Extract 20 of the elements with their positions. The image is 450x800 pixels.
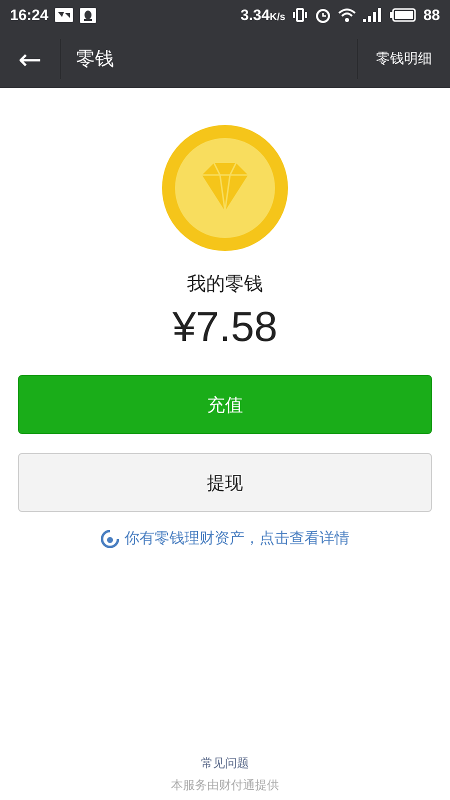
faq-link[interactable]: 常见问题 [201, 755, 249, 772]
diamond-coin-icon [162, 125, 288, 251]
provider-note: 本服务由财付通提供 [171, 777, 279, 794]
wealth-icon [100, 530, 118, 548]
withdraw-button[interactable]: 提现 [18, 453, 432, 512]
status-time: 16:24 [10, 6, 48, 24]
network-speed: 3.34K/s [240, 6, 286, 24]
wealth-assets-link[interactable]: 你有零钱理财资产，点击查看详情 [124, 529, 350, 548]
balance-label: 我的零钱 [187, 272, 263, 297]
battery-icon [390, 8, 416, 22]
back-button[interactable]: ← [0, 30, 60, 88]
balance-amount: ¥7.58 [172, 303, 278, 351]
alarm-icon [315, 7, 332, 23]
wifi-icon [338, 8, 356, 22]
signal-icon [363, 8, 384, 22]
battery-level: 88 [423, 6, 440, 24]
image-notification-icon [55, 8, 74, 22]
details-button[interactable]: 零钱明细 [358, 30, 450, 88]
vibrate-icon [292, 8, 308, 22]
page-title: 零钱 [76, 47, 114, 72]
